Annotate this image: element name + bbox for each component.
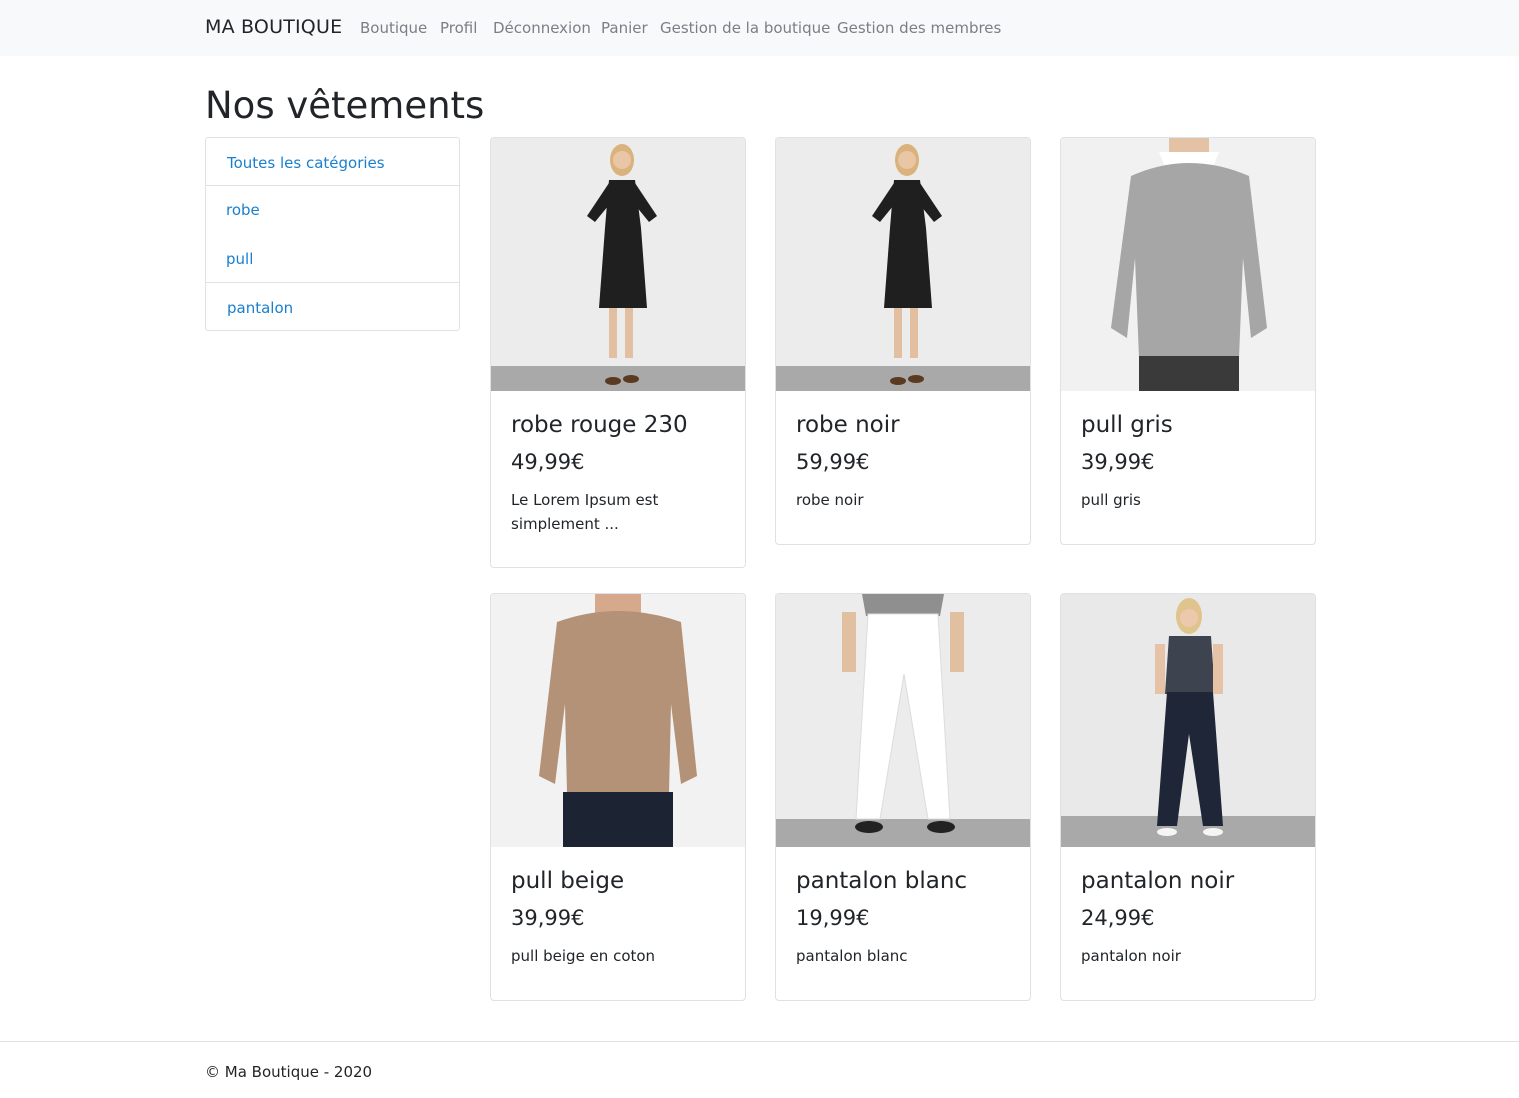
product-price: 59,99€ [796, 450, 870, 474]
product-title[interactable]: pull beige [511, 868, 624, 894]
product-card[interactable]: pull beige 39,99€ pull beige en coton [490, 593, 746, 1001]
product-description: Le Lorem Ipsum est simplement ... [511, 491, 659, 533]
category-item-pantalon[interactable]: pantalon [205, 282, 460, 331]
navbar: MA BOUTIQUE Boutique Profil Déconnexion … [0, 0, 1519, 56]
nav-link-gestion-boutique[interactable]: Gestion de la boutique [660, 19, 830, 37]
product-image[interactable] [1061, 138, 1315, 391]
product-description: robe noir [796, 491, 864, 509]
product-price: 24,99€ [1081, 906, 1155, 930]
product-description: pull beige en coton [511, 947, 656, 965]
product-image[interactable] [491, 594, 745, 847]
category-item-pull[interactable]: pull [205, 234, 460, 283]
product-image[interactable] [776, 594, 1030, 847]
product-price: 19,99€ [796, 906, 870, 930]
product-card[interactable]: pantalon noir 24,99€ pantalon noir [1060, 593, 1316, 1001]
product-title[interactable]: robe noir [796, 412, 900, 438]
page-title: Nos vêtements [205, 84, 485, 127]
nav-link-boutique[interactable]: Boutique [360, 19, 427, 37]
category-pull-label: pull [226, 250, 254, 268]
nav-link-deconnexion[interactable]: Déconnexion [493, 19, 591, 37]
product-title[interactable]: pantalon noir [1081, 868, 1234, 894]
product-price: 39,99€ [1081, 450, 1155, 474]
brand-link[interactable]: MA BOUTIQUE [205, 16, 342, 38]
product-card[interactable]: pantalon blanc 19,99€ pantalon blanc [775, 593, 1031, 1001]
category-item-robe[interactable]: robe [205, 185, 460, 234]
product-description: pull gris [1081, 491, 1141, 509]
category-robe-label: robe [226, 201, 260, 219]
nav-link-profil[interactable]: Profil [440, 19, 477, 37]
product-image[interactable] [776, 138, 1030, 391]
product-title[interactable]: robe rouge 230 [511, 412, 688, 438]
footer: © Ma Boutique - 2020 [0, 1041, 1519, 1098]
product-title[interactable]: pantalon blanc [796, 868, 967, 894]
product-description: pantalon blanc [796, 947, 908, 965]
category-pantalon-label: pantalon [227, 299, 294, 317]
product-description: pantalon noir [1081, 947, 1181, 965]
category-all[interactable]: Toutes les catégories [205, 137, 460, 186]
nav-link-gestion-membres[interactable]: Gestion des membres [837, 19, 1001, 37]
nav-link-panier[interactable]: Panier [601, 19, 648, 37]
product-card[interactable]: robe noir 59,99€ robe noir [775, 137, 1031, 545]
product-price: 49,99€ [511, 450, 585, 474]
product-price: 39,99€ [511, 906, 585, 930]
category-all-label: Toutes les catégories [227, 154, 385, 172]
footer-copyright: © Ma Boutique - 2020 [205, 1063, 373, 1081]
product-image[interactable] [491, 138, 745, 391]
product-title[interactable]: pull gris [1081, 412, 1173, 438]
product-image[interactable] [1061, 594, 1315, 847]
product-card[interactable]: pull gris 39,99€ pull gris [1060, 137, 1316, 545]
product-card[interactable]: robe rouge 230 49,99€ Le Lorem Ipsum est… [490, 137, 746, 568]
